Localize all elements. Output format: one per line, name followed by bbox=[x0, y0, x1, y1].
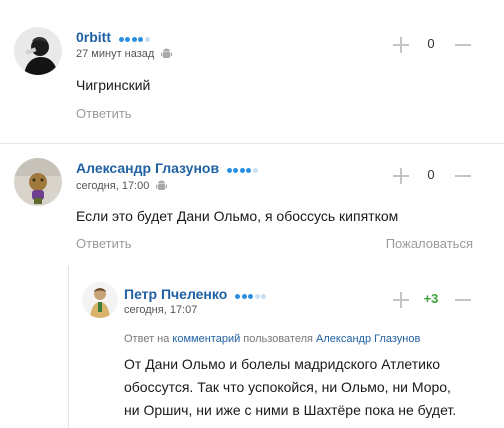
comment-text-line: обоссутся. Так что успокойся, ни Ольмо, … bbox=[124, 379, 451, 395]
avatar[interactable] bbox=[14, 27, 62, 75]
reply-to-prefix: Ответ на bbox=[124, 333, 170, 345]
comment-score: +3 bbox=[423, 291, 439, 306]
comment-meta: 27 минут назад bbox=[76, 48, 173, 60]
avatar[interactable] bbox=[82, 282, 118, 318]
author-name[interactable]: Александр Глазунов bbox=[76, 160, 259, 177]
android-icon bbox=[156, 180, 168, 191]
comment-text: Если это будет Дани Ольмо, я обоссусь ки… bbox=[76, 208, 399, 224]
android-icon bbox=[161, 48, 173, 59]
author-name[interactable]: 0rbitt bbox=[76, 29, 151, 46]
downvote-button[interactable] bbox=[453, 166, 473, 186]
author-name-text[interactable]: 0rbitt bbox=[76, 29, 111, 45]
comment-text-line: От Дани Ольмо и болелы мадридского Атлет… bbox=[124, 356, 441, 372]
comment-time: сегодня, 17:00 bbox=[76, 180, 150, 192]
reply-to-line: Ответ на комментарий пользователя Алекса… bbox=[124, 333, 420, 345]
comment-time: 27 минут назад bbox=[76, 48, 155, 60]
report-button[interactable]: Пожаловаться bbox=[386, 236, 473, 251]
comment-time: сегодня, 17:07 bbox=[124, 304, 198, 316]
comment-score: 0 bbox=[427, 36, 435, 51]
avatar[interactable] bbox=[14, 158, 62, 206]
comment-aleksandr-glazunov: Александр Глазунов сегодня, 17:00 0 Если… bbox=[0, 144, 504, 264]
reply-button[interactable]: Ответить bbox=[76, 106, 132, 121]
downvote-button[interactable] bbox=[453, 35, 473, 55]
comment-text-line: ни Оршич, ни иже с ними в Шахтёре пока н… bbox=[124, 402, 457, 418]
reply-button[interactable]: Ответить bbox=[76, 236, 132, 251]
comment-0rbitt: 0rbitt 27 минут назад 0 Чигринский Ответ… bbox=[0, 0, 504, 143]
upvote-button[interactable] bbox=[391, 35, 411, 55]
author-name-text[interactable]: Петр Пчеленко bbox=[124, 286, 227, 302]
comment-petr-pchelenko: Петр Пчеленко сегодня, 17:07 +3 Ответ на… bbox=[0, 266, 504, 428]
comment-text: Чигринский bbox=[76, 77, 151, 93]
comment-meta: сегодня, 17:00 bbox=[76, 180, 168, 192]
reply-to-middle: пользователя bbox=[243, 333, 313, 345]
reply-to-user-link[interactable]: Александр Глазунов bbox=[316, 333, 420, 345]
upvote-button[interactable] bbox=[391, 166, 411, 186]
author-name-text[interactable]: Александр Глазунов bbox=[76, 160, 219, 176]
user-rating-dots bbox=[118, 30, 152, 46]
comment-text: От Дани Ольмо и болелы мадридского Атлет… bbox=[124, 353, 494, 422]
upvote-button[interactable] bbox=[391, 290, 411, 310]
user-rating-dots bbox=[226, 161, 260, 177]
downvote-button[interactable] bbox=[453, 290, 473, 310]
author-name[interactable]: Петр Пчеленко bbox=[124, 286, 268, 303]
comment-score: 0 bbox=[427, 167, 435, 182]
user-rating-dots bbox=[235, 287, 268, 303]
comment-meta: сегодня, 17:07 bbox=[124, 304, 197, 316]
reply-to-comment-link[interactable]: комментарий bbox=[172, 333, 240, 345]
